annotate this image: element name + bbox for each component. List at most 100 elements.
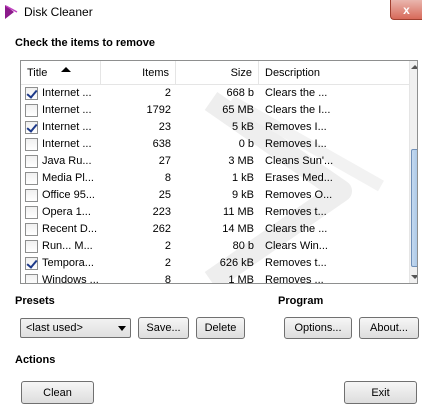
row-title-cell: Java Ru... [21, 153, 101, 170]
sort-ascending-icon [61, 67, 71, 72]
column-header-items[interactable]: Items [101, 61, 176, 85]
row-size: 3 MB [228, 155, 254, 167]
table-row[interactable]: Tempora... 2 626 kB Removes t... [21, 255, 409, 272]
row-description: Erases Med... [265, 172, 333, 184]
row-title-cell: Internet ... [21, 119, 101, 136]
row-items: 27 [158, 155, 171, 167]
row-title-cell: Internet ... [21, 136, 101, 153]
row-title-cell: Recent D... [21, 221, 101, 238]
row-description: Removes t... [265, 257, 327, 269]
row-checkbox[interactable] [25, 240, 38, 253]
items-list[interactable]: Title Items Size Description Internet ..… [20, 60, 418, 284]
about-button[interactable]: About... [359, 317, 419, 339]
row-checkbox[interactable] [25, 138, 38, 151]
presets-selected-value: <last used> [26, 322, 83, 334]
row-description: Removes O... [265, 189, 333, 201]
row-title-cell: Windows ... [21, 272, 101, 284]
row-size: 1 kB [231, 172, 254, 184]
scroll-up-icon[interactable] [411, 65, 417, 69]
row-size: 626 kB [219, 257, 254, 269]
row-title: Internet ... [42, 87, 92, 99]
presets-dropdown[interactable]: <last used> [20, 318, 131, 338]
row-checkbox[interactable] [25, 172, 38, 185]
row-checkbox[interactable] [25, 206, 38, 219]
row-description: Removes ... [265, 274, 324, 284]
row-title-cell: Media Pl... [21, 170, 101, 187]
row-items: 638 [152, 138, 171, 150]
row-size: 65 MB [222, 104, 254, 116]
close-icon: x [403, 2, 410, 17]
presets-label: Presets [15, 295, 55, 307]
exit-button[interactable]: Exit [344, 381, 417, 404]
row-size: 0 b [238, 138, 254, 150]
row-title-cell: Opera 1... [21, 204, 101, 221]
program-label: Program [278, 295, 324, 307]
row-size: 668 b [226, 87, 254, 99]
row-checkbox[interactable] [25, 257, 38, 270]
row-items: 8 [164, 172, 171, 184]
row-title: Internet ... [42, 104, 92, 116]
row-title: Tempora... [42, 257, 94, 269]
row-title: Recent D... [42, 223, 98, 235]
row-description: Removes t... [265, 206, 327, 218]
row-checkbox[interactable] [25, 87, 38, 100]
row-checkbox[interactable] [25, 189, 38, 202]
disk-cleaner-icon [5, 5, 18, 19]
row-description: Removes I... [265, 138, 327, 150]
row-size: 11 MB [223, 206, 254, 218]
close-button[interactable]: x [390, 0, 422, 20]
column-header-size[interactable]: Size [176, 61, 259, 85]
table-row[interactable]: Internet ... 2 668 b Clears the ... [21, 85, 409, 102]
row-description: Clears Win... [265, 240, 328, 252]
table-row[interactable]: Internet ... 638 0 b Removes I... [21, 136, 409, 153]
row-checkbox[interactable] [25, 155, 38, 168]
row-items: 8 [164, 274, 171, 284]
row-title-cell: Office 95... [21, 187, 101, 204]
row-title: Windows ... [42, 274, 99, 284]
table-row[interactable]: Windows ... 8 1 MB Removes ... [21, 272, 409, 284]
row-title-cell: Tempora... [21, 255, 101, 272]
table-row[interactable]: Internet ... 1792 65 MB Clears the I... [21, 102, 409, 119]
list-header: Title Items Size Description [21, 61, 409, 85]
row-description: Clears the ... [265, 223, 328, 235]
delete-preset-button[interactable]: Delete [196, 317, 245, 339]
row-title: Java Ru... [42, 155, 92, 167]
row-items: 2 [164, 240, 171, 252]
column-header-title[interactable]: Title [21, 61, 101, 85]
row-description: Removes I... [265, 121, 327, 133]
row-checkbox[interactable] [25, 104, 38, 117]
row-title: Internet ... [42, 138, 92, 150]
list-rows: Internet ... 2 668 b Clears the ... Internet… [21, 85, 409, 284]
options-button[interactable]: Options... [284, 317, 352, 339]
row-title: Office 95... [42, 189, 95, 201]
table-row[interactable]: Opera 1... 223 11 MB Removes t... [21, 204, 409, 221]
chevron-down-icon [118, 326, 126, 331]
table-row[interactable]: Java Ru... 27 3 MB Cleans Sun'... [21, 153, 409, 170]
column-header-description[interactable]: Description [259, 61, 409, 85]
vertical-scrollbar[interactable] [409, 61, 417, 283]
row-items: 223 [152, 206, 171, 218]
table-row[interactable]: Recent D... 262 14 MB Clears the ... [21, 221, 409, 238]
clean-button[interactable]: Clean [21, 381, 94, 404]
row-items: 23 [158, 121, 171, 133]
row-title: Opera 1... [42, 206, 91, 218]
scroll-thumb[interactable] [411, 149, 417, 267]
row-checkbox[interactable] [25, 223, 38, 236]
row-items: 2 [164, 87, 171, 99]
row-title: Run... M... [42, 240, 93, 252]
table-row[interactable]: Internet ... 23 5 kB Removes I... [21, 119, 409, 136]
row-checkbox[interactable] [25, 121, 38, 134]
row-items: 25 [158, 189, 171, 201]
table-row[interactable]: Media Pl... 8 1 kB Erases Med... [21, 170, 409, 187]
save-preset-button[interactable]: Save... [138, 317, 189, 339]
row-title-cell: Internet ... [21, 85, 101, 102]
title-bar: Disk Cleaner x [0, 0, 422, 26]
table-row[interactable]: Run... M... 2 80 b Clears Win... [21, 238, 409, 255]
row-title-cell: Internet ... [21, 102, 101, 119]
row-size: 5 kB [231, 121, 254, 133]
table-row[interactable]: Office 95... 25 9 kB Removes O... [21, 187, 409, 204]
scroll-down-icon[interactable] [411, 275, 417, 279]
row-checkbox[interactable] [25, 274, 38, 283]
row-size: 80 b [232, 240, 254, 252]
row-description: Clears the ... [265, 87, 328, 99]
